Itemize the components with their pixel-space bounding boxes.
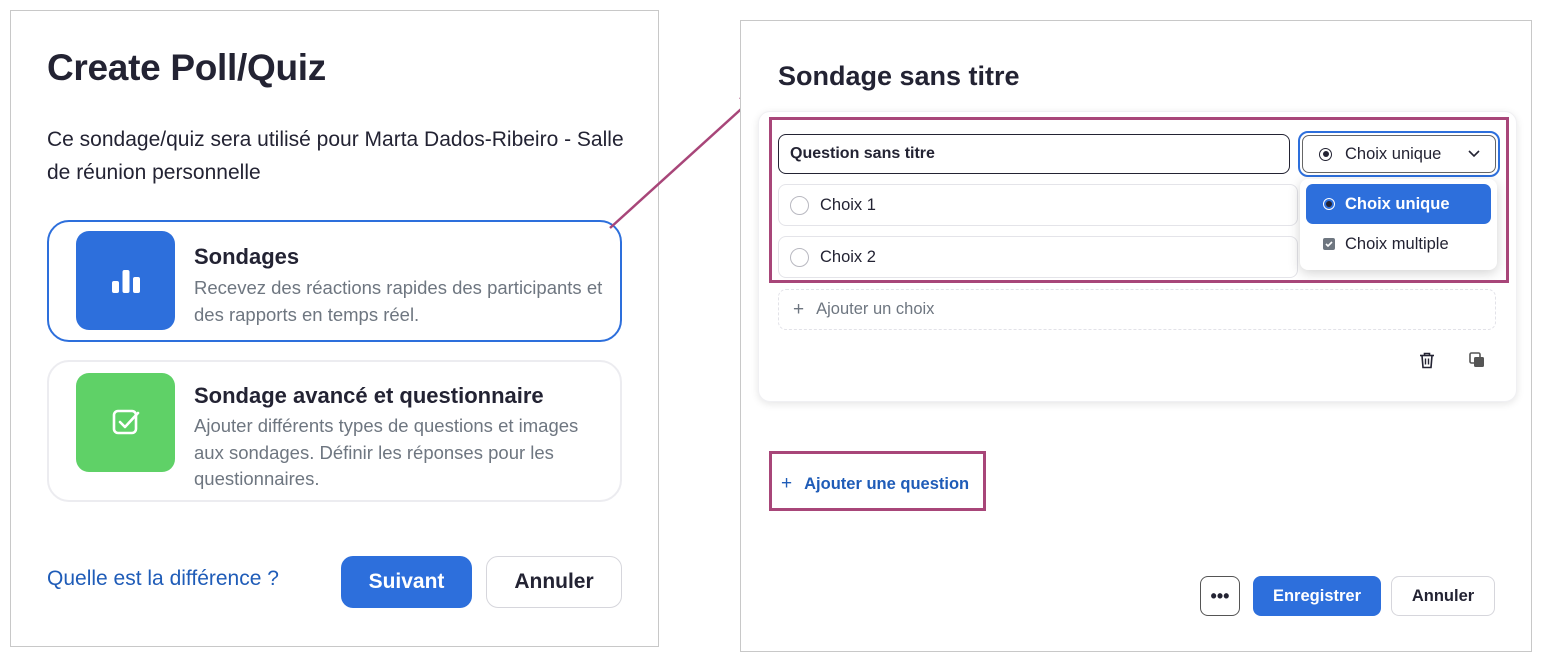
highlight-box-add-question bbox=[769, 451, 986, 511]
next-button[interactable]: Suivant bbox=[341, 556, 472, 608]
create-poll-dialog: Create Poll/Quiz Ce sondage/quiz sera ut… bbox=[10, 10, 659, 647]
highlight-box-question bbox=[769, 117, 1509, 283]
duplicate-icon[interactable] bbox=[1467, 350, 1487, 370]
option-title: Sondages bbox=[194, 244, 300, 269]
trash-icon[interactable] bbox=[1417, 350, 1437, 370]
option-description: Ajouter différents types de questions et… bbox=[194, 415, 579, 489]
add-choice-button[interactable]: + Ajouter un choix bbox=[778, 289, 1496, 330]
bar-chart-icon bbox=[76, 231, 175, 330]
option-title: Sondage avancé et questionnaire bbox=[194, 383, 544, 408]
plus-icon: + bbox=[793, 298, 805, 320]
dialog-title: Create Poll/Quiz bbox=[47, 47, 326, 88]
cancel-button[interactable]: Annuler bbox=[486, 556, 622, 608]
save-button[interactable]: Enregistrer bbox=[1253, 576, 1381, 616]
option-card-sondages[interactable]: Sondages Recevez des réactions rapides d… bbox=[47, 220, 622, 342]
add-choice-label: Ajouter un choix bbox=[816, 300, 935, 318]
more-options-button[interactable]: ••• bbox=[1200, 576, 1240, 616]
dialog-description: Ce sondage/quiz sera utilisé pour Marta … bbox=[47, 128, 624, 184]
poll-editor-panel: Sondage sans titre Question sans titre C… bbox=[740, 20, 1532, 652]
checkbox-icon bbox=[76, 373, 175, 472]
option-description: Recevez des réactions rapides des partic… bbox=[194, 277, 603, 325]
cancel-button[interactable]: Annuler bbox=[1391, 576, 1495, 616]
difference-link[interactable]: Quelle est la différence ? bbox=[47, 567, 279, 591]
poll-title[interactable]: Sondage sans titre bbox=[778, 61, 1020, 92]
option-card-advanced[interactable]: Sondage avancé et questionnaire Ajouter … bbox=[47, 360, 622, 502]
